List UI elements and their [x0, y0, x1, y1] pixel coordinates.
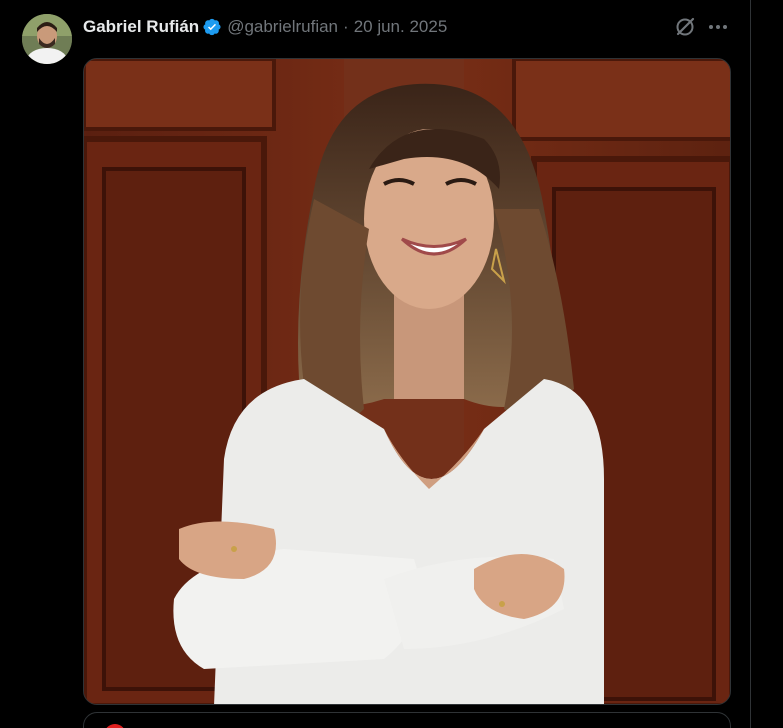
- avatar-image: [22, 14, 72, 64]
- quoted-post-card[interactable]: [83, 712, 731, 728]
- post-date[interactable]: 20 jun. 2025: [354, 17, 448, 37]
- grok-icon[interactable]: [674, 16, 696, 38]
- author-handle[interactable]: @gabrielrufian: [227, 17, 338, 37]
- author-avatar[interactable]: [22, 14, 72, 64]
- post-photo[interactable]: [83, 58, 731, 705]
- post-header: Gabriel Rufián @gabrielrufian · 20 jun. …: [83, 14, 447, 40]
- author-display-name[interactable]: Gabriel Rufián: [83, 17, 199, 37]
- verified-badge-icon: [202, 17, 222, 37]
- post-timeline: Gabriel Rufián @gabrielrufian · 20 jun. …: [0, 0, 783, 728]
- photo-illustration: [84, 59, 730, 704]
- column-divider: [750, 0, 751, 728]
- header-separator: ·: [343, 17, 349, 36]
- quoted-author-avatar: [104, 724, 126, 728]
- more-horizontal-icon[interactable]: [707, 16, 729, 38]
